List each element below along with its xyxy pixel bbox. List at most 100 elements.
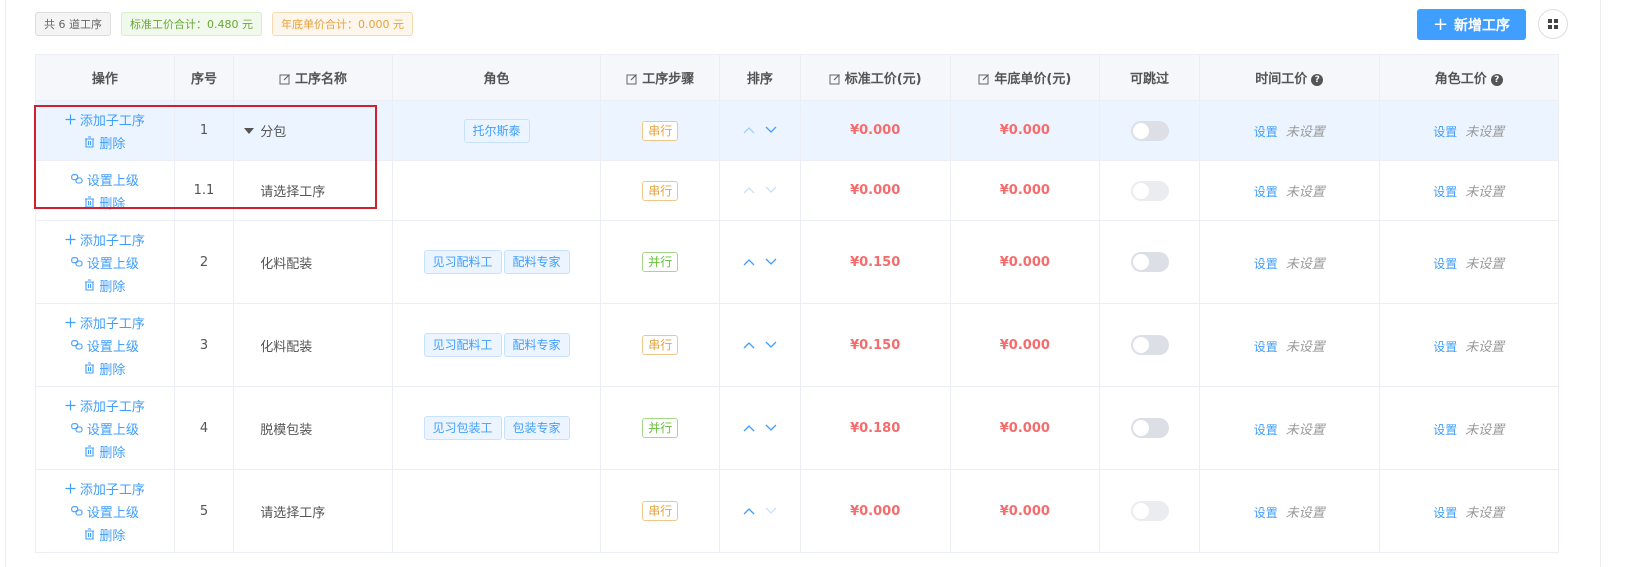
role-price-set-link[interactable]: 设置 — [1433, 340, 1457, 354]
set-parent-label: 设置上级 — [86, 256, 139, 272]
step-tag[interactable]: 串行 — [642, 180, 679, 201]
set-parent-label: 设置上级 — [86, 339, 139, 355]
move-up-button[interactable] — [743, 421, 755, 436]
name-cell[interactable]: 分包 — [233, 100, 393, 161]
add-child-label: 添加子工序 — [79, 399, 145, 415]
step-tag[interactable]: 串行 — [642, 501, 679, 521]
name-cell[interactable]: 请选择工序 — [233, 469, 393, 553]
delete-button[interactable]: 删除 — [84, 133, 125, 152]
step-tag[interactable]: 串行 — [642, 120, 679, 141]
time-price-cell: 设置 未设置 — [1199, 160, 1380, 221]
move-down-button[interactable] — [765, 421, 777, 436]
add-process-button[interactable]: + 新增工序 — [1417, 9, 1526, 40]
edit-icon — [829, 74, 840, 85]
role-cell: 见习包装工 包装专家 — [391, 386, 602, 470]
time-price-set-link[interactable]: 设置 — [1254, 340, 1278, 354]
delete-button[interactable]: 删除 — [84, 276, 125, 295]
role-price-set-link[interactable]: 设置 — [1433, 506, 1457, 520]
time-price-set-link[interactable]: 设置 — [1254, 125, 1278, 139]
role-price-set-link[interactable]: 设置 — [1433, 257, 1457, 271]
add-child-label: 添加子工序 — [79, 316, 145, 332]
add-child-button[interactable]: 添加子工序 — [65, 230, 145, 249]
sort-cell — [719, 303, 801, 387]
step-tag[interactable]: 并行 — [642, 252, 679, 272]
skippable-toggle[interactable] — [1130, 252, 1169, 272]
chevron-down-icon — [765, 258, 777, 265]
role-price-cell: 设置 未设置 — [1378, 160, 1559, 221]
header-sort: 排序 — [719, 54, 801, 101]
name-cell[interactable]: 化料配装 — [233, 220, 393, 304]
skippable-toggle[interactable] — [1130, 501, 1169, 521]
time-price-set-link[interactable]: 设置 — [1254, 423, 1278, 437]
role-price-set-link[interactable]: 设置 — [1433, 423, 1457, 437]
role-tag: 见习配料工 — [423, 250, 502, 274]
grid-icon — [1548, 19, 1558, 29]
move-up-button[interactable] — [743, 123, 755, 138]
header-step: 工序步骤 — [600, 54, 721, 101]
role-price-set-link[interactable]: 设置 — [1433, 185, 1457, 199]
skippable-toggle[interactable] — [1130, 335, 1169, 355]
move-up-button[interactable] — [743, 504, 755, 519]
help-icon[interactable]: ? — [1490, 74, 1503, 86]
set-parent-button[interactable]: 设置上级 — [71, 502, 139, 521]
year-price-cell: ¥0.000 — [949, 100, 1100, 161]
caret-down-icon[interactable] — [244, 128, 255, 134]
name-cell[interactable]: 请选择工序 — [233, 160, 393, 221]
trash-icon — [85, 279, 95, 291]
role-price-cell: 设置 未设置 — [1378, 386, 1559, 470]
set-parent-button[interactable]: 设置上级 — [71, 419, 139, 438]
step-tag[interactable]: 并行 — [642, 418, 679, 438]
role-cell: 见习配料工 配料专家 — [391, 303, 602, 387]
add-child-button[interactable]: 添加子工序 — [65, 313, 145, 332]
edit-icon — [279, 74, 290, 85]
skippable-toggle[interactable] — [1130, 120, 1169, 141]
header-ops: 操作 — [35, 54, 175, 101]
set-parent-button[interactable]: 设置上级 — [71, 170, 139, 189]
move-down-button[interactable] — [765, 504, 777, 519]
set-parent-button[interactable]: 设置上级 — [71, 336, 139, 355]
role-cell — [391, 160, 602, 221]
add-child-button[interactable]: 添加子工序 — [65, 110, 145, 129]
plus-icon — [65, 317, 76, 327]
ops-cell: 添加子工序 设置上级 删除 — [35, 386, 175, 470]
delete-button[interactable]: 删除 — [84, 442, 125, 461]
header-name: 工序名称 — [233, 54, 393, 101]
move-down-button[interactable] — [765, 338, 777, 353]
std-price-cell: ¥0.150 — [799, 303, 951, 387]
grid-view-button[interactable] — [1538, 9, 1568, 39]
add-child-button[interactable]: 添加子工序 — [65, 396, 145, 415]
link-icon — [71, 340, 83, 350]
step-tag[interactable]: 串行 — [642, 335, 679, 355]
delete-button[interactable]: 删除 — [84, 193, 125, 212]
move-up-button[interactable] — [743, 183, 755, 198]
delete-button[interactable]: 删除 — [84, 525, 125, 544]
help-icon[interactable]: ? — [1311, 74, 1324, 86]
move-up-button[interactable] — [743, 338, 755, 353]
delete-label: 删除 — [99, 528, 126, 544]
add-child-label: 添加子工序 — [79, 113, 145, 129]
delete-label: 删除 — [99, 362, 126, 378]
move-down-button[interactable] — [765, 183, 777, 198]
std-price-cell: ¥0.180 — [799, 386, 951, 470]
move-down-button[interactable] — [765, 123, 777, 138]
move-down-button[interactable] — [765, 255, 777, 270]
role-price-unset: 未设置 — [1465, 185, 1505, 200]
delete-label: 删除 — [99, 279, 126, 295]
move-up-button[interactable] — [743, 255, 755, 270]
time-price-set-link[interactable]: 设置 — [1254, 506, 1278, 520]
std-price-cell: ¥0.000 — [799, 100, 951, 161]
skippable-toggle[interactable] — [1130, 180, 1169, 201]
skippable-cell — [1098, 469, 1201, 553]
delete-button[interactable]: 删除 — [84, 359, 125, 378]
skippable-toggle[interactable] — [1130, 418, 1169, 438]
year-price: ¥0.000 — [999, 420, 1050, 436]
time-price-set-link[interactable]: 设置 — [1254, 257, 1278, 271]
add-child-button[interactable]: 添加子工序 — [65, 479, 145, 498]
name-cell[interactable]: 脱模包装 — [233, 386, 393, 470]
set-parent-label: 设置上级 — [86, 505, 139, 521]
role-price-set-link[interactable]: 设置 — [1433, 125, 1457, 139]
set-parent-button[interactable]: 设置上级 — [71, 253, 139, 272]
table-header-row: 操作 序号 工序名称 角色 工序步骤 排序 标准工价(元) 年底单价(元) 可跳… — [35, 54, 1559, 101]
name-cell[interactable]: 化料配装 — [233, 303, 393, 387]
time-price-set-link[interactable]: 设置 — [1254, 185, 1278, 199]
